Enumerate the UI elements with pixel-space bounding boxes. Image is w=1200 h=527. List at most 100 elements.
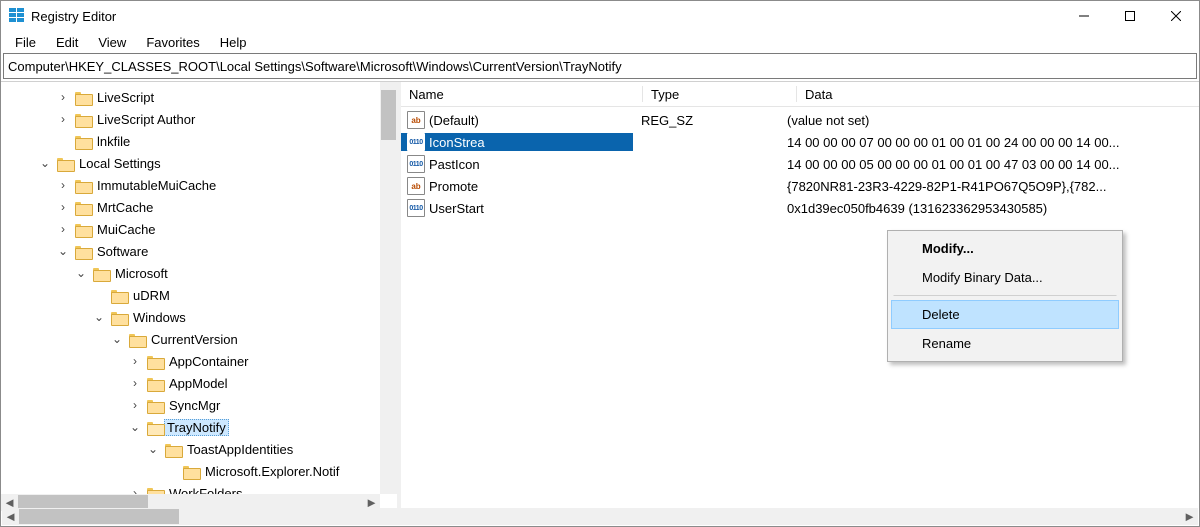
scroll-left-icon[interactable]: ◄ xyxy=(2,508,19,525)
tree-item[interactable]: ›AppContainer xyxy=(1,350,397,372)
tree-item-label: TrayNotify xyxy=(164,419,229,436)
folder-icon xyxy=(75,200,91,214)
tree-item-label: LiveScript xyxy=(95,90,156,105)
minimize-button[interactable] xyxy=(1061,1,1107,31)
folder-icon xyxy=(75,244,91,258)
context-modify-binary[interactable]: Modify Binary Data... xyxy=(891,263,1119,292)
folder-icon xyxy=(93,266,109,280)
value-name: (Default) xyxy=(429,113,479,128)
maximize-icon xyxy=(1125,11,1135,21)
folder-icon xyxy=(183,464,199,478)
folder-icon xyxy=(165,442,181,456)
values-pane: Name Type Data ab(Default)REG_SZ(value n… xyxy=(401,82,1199,511)
tree-item[interactable]: ⌄ ToastAppIdentities xyxy=(1,438,397,460)
folder-icon xyxy=(111,310,127,324)
close-icon xyxy=(1171,11,1181,21)
minimize-icon xyxy=(1079,11,1089,21)
expander-open-icon[interactable]: ⌄ xyxy=(73,265,89,281)
folder-icon xyxy=(147,420,163,434)
tree-item[interactable]: ›MuiCache xyxy=(1,218,397,240)
expander-closed-icon[interactable]: › xyxy=(55,111,71,127)
expander-open-icon[interactable]: ⌄ xyxy=(91,309,107,325)
tree-item[interactable]: ›SyncMgr xyxy=(1,394,397,416)
registry-tree[interactable]: › LiveScript ›LiveScript Author lnkfile ⌄Loc… xyxy=(1,82,397,511)
expander-closed-icon[interactable]: › xyxy=(127,353,143,369)
value-row[interactable]: 0110PastIcon14 00 00 00 05 00 00 00 01 0… xyxy=(401,153,1199,175)
tree-pane: › LiveScript ›LiveScript Author lnkfile ⌄Loc… xyxy=(1,82,397,511)
context-rename[interactable]: Rename xyxy=(891,329,1119,358)
tree-item-label: Windows xyxy=(131,310,188,325)
tree-item-label: Software xyxy=(95,244,150,259)
window-title: Registry Editor xyxy=(31,9,116,24)
expander-closed-icon[interactable]: › xyxy=(55,177,71,193)
tree-item-label: lnkfile xyxy=(95,134,132,149)
context-delete[interactable]: Delete xyxy=(891,300,1119,329)
tree-item[interactable]: uDRM xyxy=(1,284,397,306)
expander-closed-icon[interactable]: › xyxy=(127,375,143,391)
column-data[interactable]: Data xyxy=(797,82,1199,106)
folder-icon xyxy=(75,134,91,148)
tree-item[interactable]: Microsoft.Explorer.Notif xyxy=(1,460,397,482)
expander-closed-icon[interactable]: › xyxy=(127,397,143,413)
expander-open-icon[interactable]: ⌄ xyxy=(109,331,125,347)
value-data: (value not set) xyxy=(779,113,1199,128)
menu-file[interactable]: File xyxy=(7,33,44,52)
column-name[interactable]: Name xyxy=(401,82,643,106)
tree-item[interactable]: › LiveScript xyxy=(1,86,397,108)
column-type[interactable]: Type xyxy=(643,82,797,106)
maximize-button[interactable] xyxy=(1107,1,1153,31)
value-data: {7820NR81-23R3-4229-82P1-R41PO67Q5O9P},{… xyxy=(779,179,1199,194)
window-horizontal-scrollbar[interactable]: ◄ ► xyxy=(2,508,1198,525)
menu-help[interactable]: Help xyxy=(212,33,255,52)
title-bar: Registry Editor xyxy=(1,1,1199,31)
value-name: UserStart xyxy=(429,201,484,216)
scroll-right-icon[interactable]: ► xyxy=(1181,508,1198,525)
values-list[interactable]: ab(Default)REG_SZ(value not set)0110Icon… xyxy=(401,107,1199,219)
value-row[interactable]: 0110UserStart0x1d39ec050fb4639 (13162336… xyxy=(401,197,1199,219)
scroll-thumb[interactable] xyxy=(19,509,179,524)
tree-item[interactable]: ⌄CurrentVersion xyxy=(1,328,397,350)
tree-item[interactable]: ⌄ TrayNotify xyxy=(1,416,397,438)
tree-item-label: Microsoft xyxy=(113,266,170,281)
menu-favorites[interactable]: Favorites xyxy=(138,33,207,52)
tree-item[interactable]: ⌄ Software xyxy=(1,240,397,262)
context-menu: Modify... Modify Binary Data... Delete R… xyxy=(887,230,1123,362)
close-button[interactable] xyxy=(1153,1,1199,31)
menu-edit[interactable]: Edit xyxy=(48,33,86,52)
value-data: 14 00 00 00 07 00 00 00 01 00 01 00 24 0… xyxy=(779,135,1199,150)
tree-item-label: ToastAppIdentities xyxy=(185,442,295,457)
tree-item-label: uDRM xyxy=(131,288,172,303)
value-row[interactable]: abPromote{7820NR81-23R3-4229-82P1-R41PO6… xyxy=(401,175,1199,197)
expander-open-icon[interactable]: ⌄ xyxy=(127,419,143,435)
tree-vertical-scrollbar[interactable] xyxy=(380,82,397,494)
tree-item[interactable]: ⌄ Microsoft xyxy=(1,262,397,284)
tree-item[interactable]: ⌄Local Settings xyxy=(1,152,397,174)
expander-closed-icon[interactable]: › xyxy=(55,89,71,105)
scroll-thumb[interactable] xyxy=(381,90,396,140)
address-bar[interactable]: Computer\HKEY_CLASSES_ROOT\Local Setting… xyxy=(3,53,1197,79)
folder-icon xyxy=(147,376,163,390)
expander-closed-icon[interactable]: › xyxy=(55,221,71,237)
value-row[interactable]: 0110IconStrea14 00 00 00 07 00 00 00 01 … xyxy=(401,131,1199,153)
context-modify[interactable]: Modify... xyxy=(891,234,1119,263)
tree-item[interactable]: ›AppModel xyxy=(1,372,397,394)
menu-bar: File Edit View Favorites Help xyxy=(1,31,1199,53)
string-value-icon: ab xyxy=(407,111,425,129)
tree-item[interactable]: ›LiveScript Author xyxy=(1,108,397,130)
tree-item[interactable]: lnkfile xyxy=(1,130,397,152)
folder-icon xyxy=(147,398,163,412)
expander-closed-icon[interactable]: › xyxy=(55,199,71,215)
tree-item[interactable]: ⌄ Windows xyxy=(1,306,397,328)
expander-open-icon[interactable]: ⌄ xyxy=(55,243,71,259)
tree-item[interactable]: ›MrtCache xyxy=(1,196,397,218)
value-row[interactable]: ab(Default)REG_SZ(value not set) xyxy=(401,109,1199,131)
folder-icon xyxy=(75,222,91,236)
tree-item[interactable]: ›ImmutableMuiCache xyxy=(1,174,397,196)
folder-icon xyxy=(129,332,145,346)
context-separator xyxy=(893,295,1117,297)
expander-open-icon[interactable]: ⌄ xyxy=(37,155,53,171)
tree-item-label: Microsoft.Explorer.Notif xyxy=(203,464,341,479)
content-panes: › LiveScript ›LiveScript Author lnkfile ⌄Loc… xyxy=(1,81,1199,511)
expander-open-icon[interactable]: ⌄ xyxy=(145,441,161,457)
menu-view[interactable]: View xyxy=(90,33,134,52)
